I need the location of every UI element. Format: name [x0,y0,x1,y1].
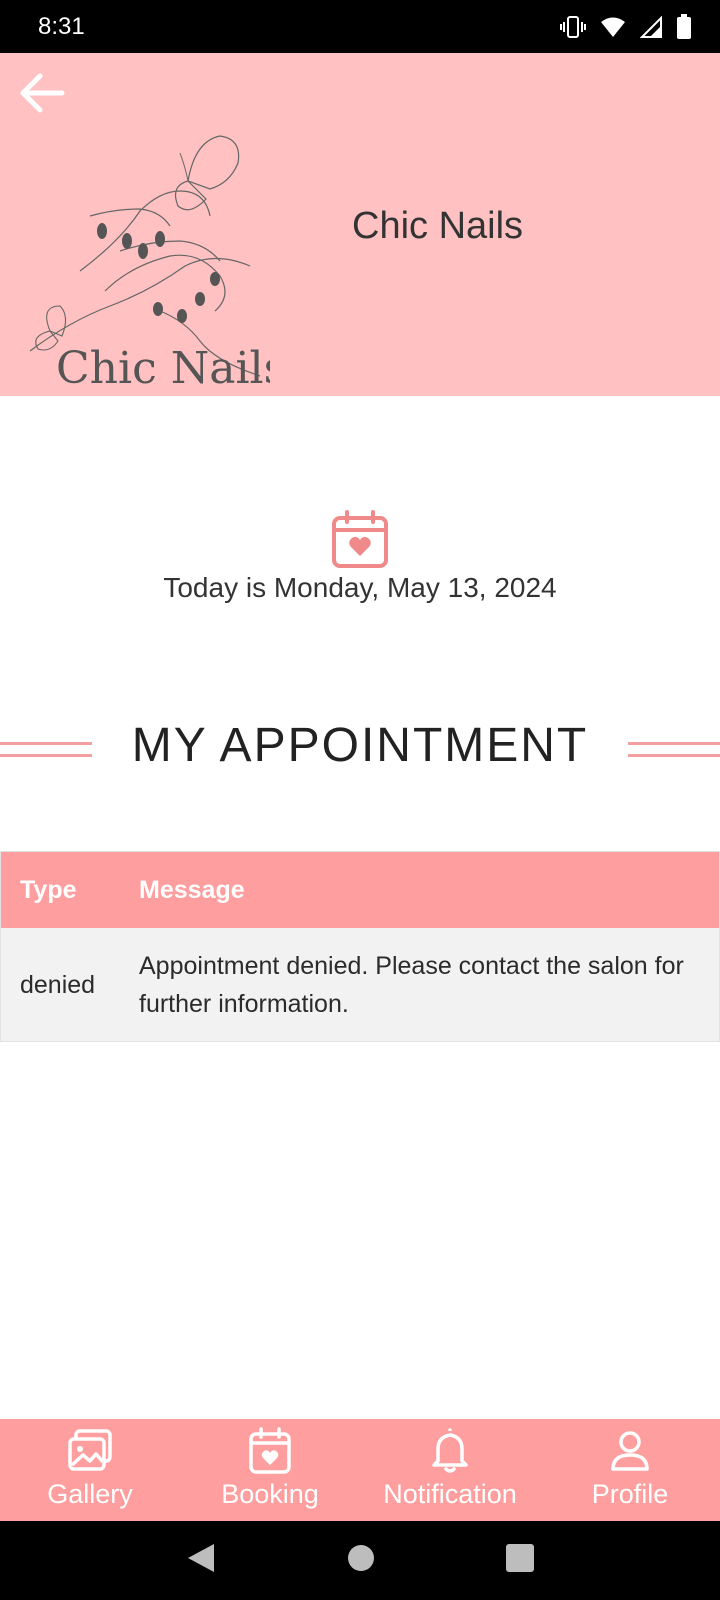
nav-item-gallery[interactable]: Gallery [0,1419,180,1521]
battery-icon [676,13,692,40]
triangle-back-icon [187,1544,214,1572]
today-date-text: Today is Monday, May 13, 2024 [163,572,557,603]
svg-text:Chic Nails: Chic Nails [56,343,270,391]
system-back-button[interactable] [186,1542,216,1579]
bottom-nav: Gallery Booking Notification Profile [0,1419,720,1521]
nav-label-profile: Profile [591,1479,669,1509]
column-header-message: Message [139,875,245,904]
nav-label-booking: Booking [221,1479,319,1509]
calendar-heart-icon [332,510,388,568]
title-divider-right [628,742,720,745]
salon-header: Chic Nails Chic Nails [0,53,720,396]
column-header-type: Type [20,875,77,904]
status-bar: 8:31 [0,0,720,53]
user-icon [611,1431,649,1471]
calendar-heart-icon [249,1427,291,1474]
bell-icon [432,1428,468,1473]
nav-item-notification[interactable]: Notification [360,1419,540,1521]
system-recents-button[interactable] [506,1544,535,1577]
nav-item-booking[interactable]: Booking [180,1419,360,1521]
nav-item-profile[interactable]: Profile [540,1419,720,1521]
gallery-icon [68,1429,112,1471]
signal-icon [640,15,662,38]
system-home-button[interactable] [347,1544,375,1577]
cell-message: Appointment denied. Please contact the s… [139,951,684,1018]
system-nav-bar [0,1521,720,1600]
salon-name: Chic Nails [352,205,524,247]
section-title: MY APPOINTMENT [131,719,589,772]
app-screen: 8:31 Chic Nails Chic Nails Today is Mond… [0,0,720,1600]
vibrate-icon [560,14,586,40]
wifi-icon [600,16,626,38]
cell-type: denied [20,970,96,999]
title-divider-right [628,754,720,757]
table-header: Type Message [1,852,719,928]
status-time: 8:31 [38,12,85,40]
square-recents-icon [506,1544,535,1572]
appointment-table: Type Message denied Appointment denied. … [0,851,720,1042]
salon-logo: Chic Nails [29,135,270,391]
circle-home-icon [347,1545,374,1571]
status-icons [560,13,692,40]
nav-label-notification: Notification [383,1479,517,1509]
table-row: denied Appointment denied. Please contac… [1,928,719,1041]
nav-label-gallery: Gallery [47,1479,133,1509]
